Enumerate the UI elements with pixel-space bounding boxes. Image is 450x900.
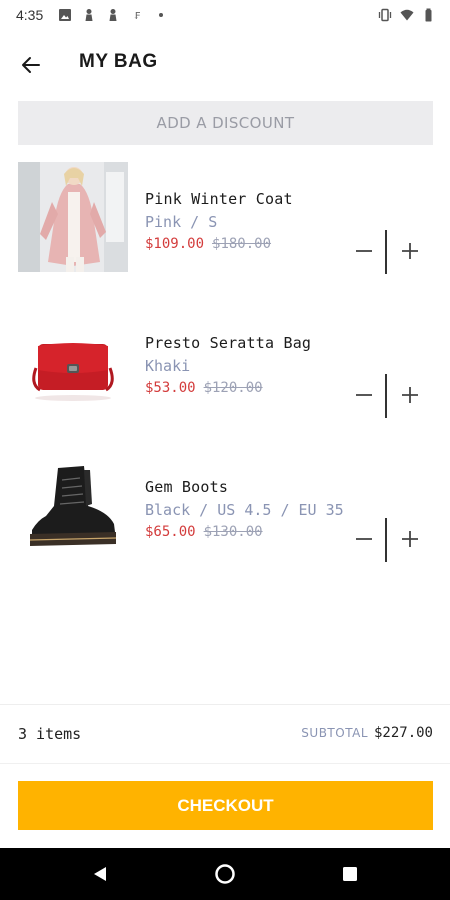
quantity-stepper [345,518,430,562]
item-count: 3 items [18,725,82,743]
vibrate-icon [378,8,392,22]
divider [0,704,450,705]
sale-price: $109.00 [145,236,205,252]
increase-quantity-button[interactable] [393,378,427,412]
person-icon [109,9,117,21]
person-icon [85,9,93,21]
subtotal-value: $227.00 [373,725,433,741]
original-price: $130.00 [203,524,263,540]
increase-quantity-button[interactable] [393,234,427,268]
red-bag-photo [18,306,128,416]
product-variant: Khaki [145,357,191,375]
product-name[interactable]: Presto Seratta Bag [145,334,311,352]
currency-icon: ₣ [134,11,140,22]
product-name[interactable]: Pink Winter Coat [145,190,293,208]
product-name[interactable]: Gem Boots [145,478,228,496]
product-image[interactable] [18,306,128,416]
plus-icon [402,531,418,547]
stepper-divider [385,518,387,562]
price-group: $65.00 $130.00 [145,524,263,540]
system-icons [378,8,436,22]
cart-item: Gem Boots Black / US 4.5 / EU 35 $65.00 $… [0,450,450,562]
cart-item: Pink Winter Coat Pink / S $109.00 $180.00 [0,162,450,274]
stepper-divider [385,374,387,418]
sale-price: $65.00 [145,524,196,540]
price-group: $53.00 $120.00 [145,380,263,396]
decrease-quantity-button[interactable] [347,234,381,268]
battery-icon [425,8,432,22]
nav-back-button[interactable] [88,862,112,886]
checkout-button[interactable]: CHECKOUT [18,781,433,830]
original-price: $180.00 [212,236,272,252]
product-image[interactable] [18,162,128,272]
arrow-left-icon [22,57,40,73]
nav-home-button[interactable] [213,862,237,886]
decrease-quantity-button[interactable] [347,522,381,556]
svg-text:₣: ₣ [134,11,140,22]
minus-icon [356,250,372,252]
product-variant: Pink / S [145,213,218,231]
stepper-divider [385,230,387,274]
quantity-stepper [345,230,430,274]
app-header: MY BAG [0,40,450,88]
original-price: $120.00 [203,380,263,396]
quantity-stepper [345,374,430,418]
black-boots-photo [18,450,128,560]
cart-item: Presto Seratta Bag Khaki $53.00 $120.00 [0,306,450,418]
subtotal-label: SUBTOTAL [301,726,368,740]
image-icon [59,9,71,21]
status-bar: 4:35 ₣ [0,0,450,32]
notification-icons: ₣ [58,8,168,22]
system-navigation-bar [0,848,450,900]
square-recents-icon [343,867,357,881]
circle-home-icon [215,864,235,884]
minus-icon [356,538,372,540]
order-summary: 3 items SUBTOTAL $227.00 [0,714,450,754]
pink-coat-photo [18,162,128,272]
plus-icon [402,243,418,259]
product-variant: Black / US 4.5 / EU 35 [145,501,344,519]
nav-recents-button[interactable] [338,862,362,886]
page-title: MY BAG [79,51,158,72]
price-group: $109.00 $180.00 [145,236,271,252]
status-time: 4:35 [16,7,44,23]
plus-icon [402,387,418,403]
minus-icon [356,394,372,396]
back-button[interactable] [16,50,46,80]
dot-icon [159,13,163,17]
sale-price: $53.00 [145,380,196,396]
product-image[interactable] [18,450,128,560]
decrease-quantity-button[interactable] [347,378,381,412]
divider [0,763,450,764]
add-discount-button[interactable]: ADD A DISCOUNT [18,101,433,145]
wifi-icon [400,9,414,21]
increase-quantity-button[interactable] [393,522,427,556]
triangle-back-icon [94,867,106,881]
